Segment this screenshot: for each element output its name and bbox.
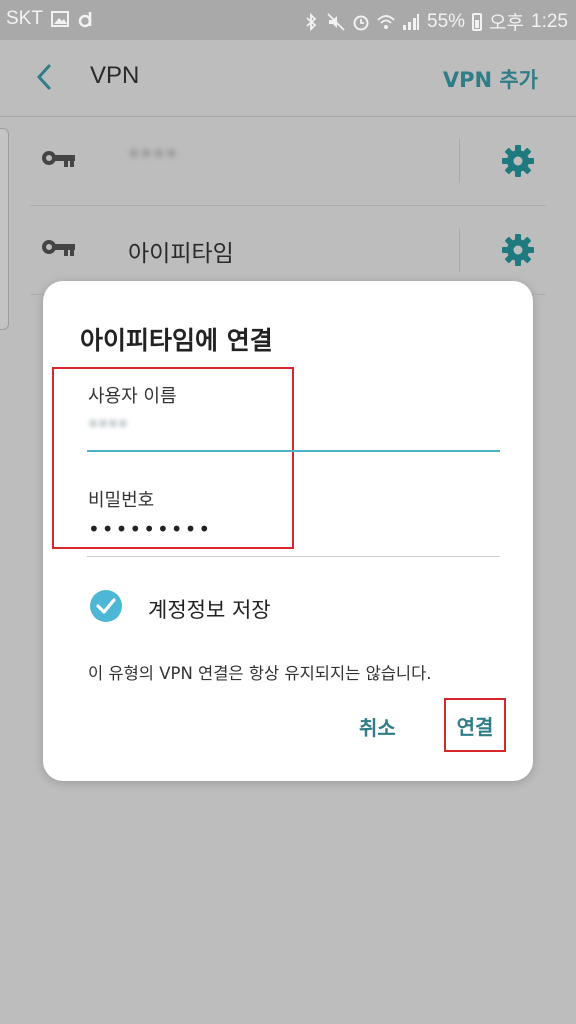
page-title: VPN [90,62,140,89]
vpn-name: **** [128,145,178,171]
row-divider [459,228,460,272]
bluetooth-icon [306,12,317,31]
username-input[interactable]: **** [88,415,128,439]
add-vpn-button[interactable]: VPN 추가 [443,64,538,94]
time-label: 1:25 [531,10,568,32]
battery-percent: 55% [427,10,466,32]
save-account-label[interactable]: 계정정보 저장 [148,594,271,624]
signal-icon [403,13,420,30]
row-divider [459,139,460,183]
carrier-label: SKT [6,8,43,29]
password-label: 비밀번호 [88,490,155,511]
status-bar: SKT 55% 오후 1:25 [0,0,576,40]
time-ampm: 오후 [489,13,525,34]
gallery-icon [50,11,69,27]
connect-button-label: 연결 [456,714,494,739]
username-label: 사용자 이름 [88,386,177,407]
app-bar: VPN VPN 추가 [0,40,576,117]
password-underline [87,556,500,557]
connect-button[interactable]: 연결 [444,698,506,752]
vpn-connect-dialog: 아이피타임에 연결 사용자 이름 **** 비밀번호 ••••••••• 계정정… [43,281,533,781]
vpn-notice-text: 이 유형의 VPN 연결은 항상 유지되지는 않습니다. [88,664,432,683]
app-d-icon [78,12,92,28]
vpn-name: 아이피타임 [128,241,234,267]
alarm-icon [353,15,369,30]
battery-icon [472,12,483,31]
cancel-button[interactable]: 취소 [359,712,396,741]
username-underline [87,450,500,452]
checkbox-checked-icon[interactable] [89,589,123,623]
vpn-list: **** 아이피타임 [0,117,576,295]
vpn-list-item[interactable]: **** [30,117,546,206]
gear-icon[interactable] [500,232,536,268]
dialog-title: 아이피타임에 연결 [80,326,273,355]
gear-icon[interactable] [500,143,536,179]
wifi-icon [377,14,395,29]
password-input[interactable]: ••••••••• [88,517,212,541]
mute-icon [327,12,345,31]
back-arrow-icon[interactable] [30,62,60,92]
key-icon [42,240,75,256]
key-icon [42,151,75,167]
